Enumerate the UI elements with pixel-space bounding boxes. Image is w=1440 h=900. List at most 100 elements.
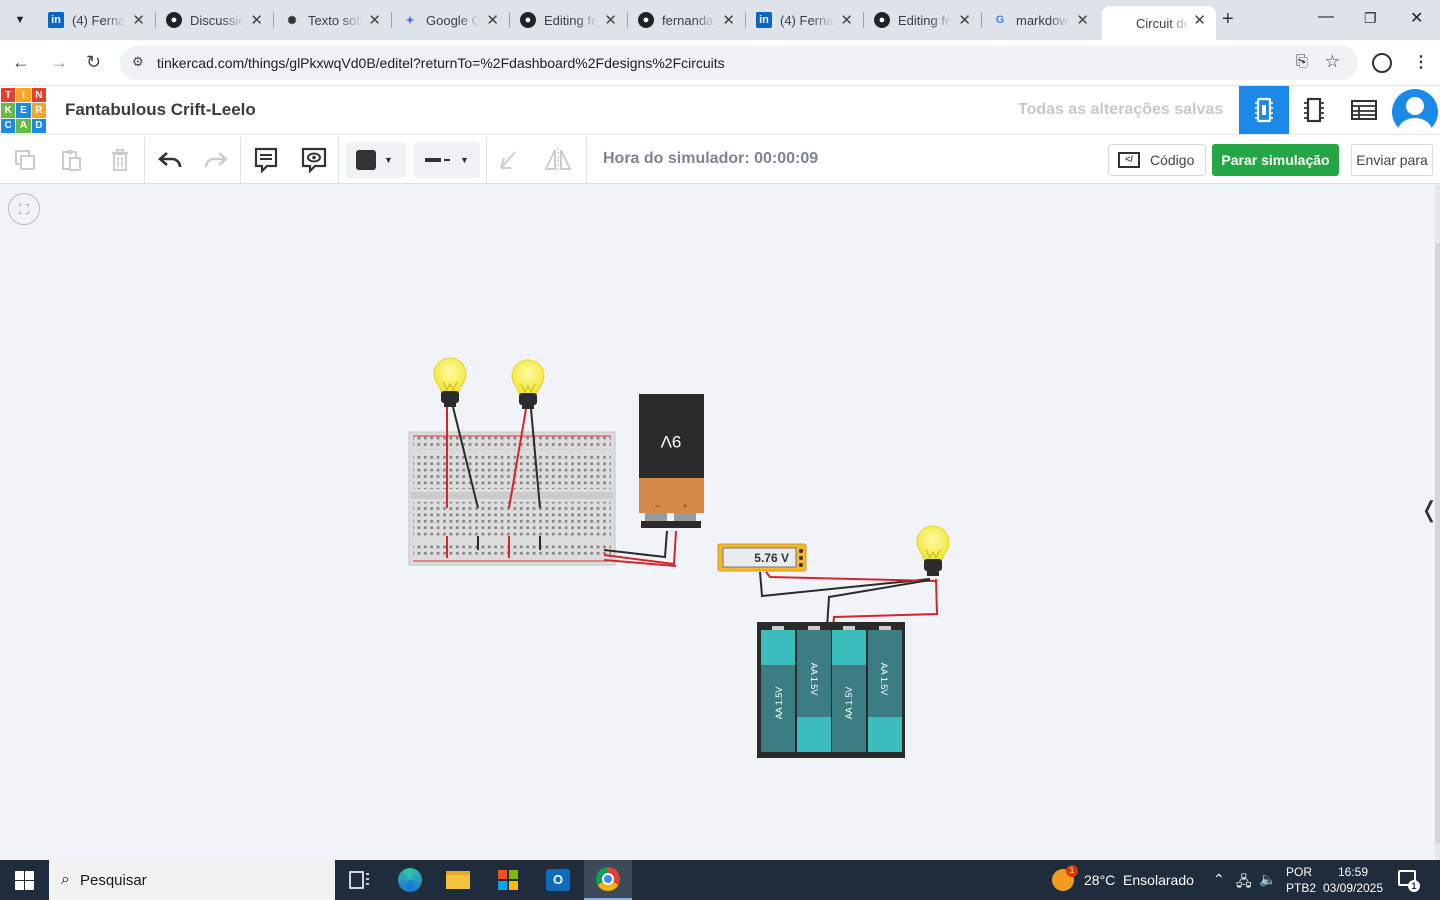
address-bar[interactable]: ⚙ tinkercad.com/things/glPkxwqVd0B/edite… bbox=[120, 46, 1358, 80]
wire-style-icon bbox=[425, 158, 450, 162]
profile-icon[interactable] bbox=[1372, 53, 1392, 73]
back-icon[interactable]: ← bbox=[12, 52, 30, 73]
close-tab-icon[interactable]: ✕ bbox=[1193, 11, 1206, 29]
close-tab-icon[interactable]: ✕ bbox=[840, 11, 853, 29]
delete-icon[interactable] bbox=[105, 145, 135, 175]
close-tab-icon[interactable]: ✕ bbox=[1076, 11, 1089, 29]
close-tab-icon[interactable]: ✕ bbox=[486, 11, 499, 29]
chrome-icon[interactable] bbox=[584, 860, 632, 900]
light-bulb-2[interactable] bbox=[511, 359, 545, 409]
battery-plus-label: + bbox=[682, 501, 687, 511]
outlook-icon[interactable]: O bbox=[534, 860, 582, 900]
github-icon: ● bbox=[638, 12, 654, 28]
light-bulb-3[interactable] bbox=[916, 525, 950, 576]
multimeter[interactable]: 5.76 V bbox=[717, 543, 807, 572]
browser-menu-icon[interactable]: ⋮ bbox=[1413, 52, 1429, 72]
new-tab-icon[interactable]: + bbox=[1222, 8, 1234, 31]
multimeter-wires[interactable] bbox=[759, 571, 939, 629]
design-title[interactable]: Fantabulous Crift-Leelo bbox=[65, 100, 256, 120]
taskbar-search-placeholder: Pesquisar bbox=[79, 871, 147, 889]
logo-letter: D bbox=[31, 118, 46, 133]
restore-icon[interactable]: ❐ bbox=[1364, 10, 1377, 27]
browser-tab[interactable]: ✺ Texto sobre ✕ bbox=[274, 6, 392, 34]
send-to-button[interactable]: Enviar para bbox=[1351, 144, 1433, 176]
toolbar-divider bbox=[240, 137, 241, 183]
color-picker[interactable]: ▼ bbox=[346, 142, 406, 178]
redo-icon[interactable] bbox=[201, 145, 231, 175]
close-tab-icon[interactable]: ✕ bbox=[132, 11, 145, 29]
paste-icon[interactable] bbox=[56, 145, 86, 175]
close-tab-icon[interactable]: ✕ bbox=[722, 11, 735, 29]
edge-browser-icon[interactable] bbox=[386, 860, 434, 900]
browser-tab[interactable]: in (4) Fernanda ✕ bbox=[746, 6, 864, 34]
file-explorer-icon[interactable] bbox=[434, 860, 482, 900]
browser-tab[interactable]: G markdown ✕ bbox=[982, 6, 1099, 34]
stop-simulation-button[interactable]: Parar simulação bbox=[1212, 144, 1339, 176]
browser-tab[interactable]: ● Discussions ✕ bbox=[156, 6, 274, 34]
tinkercad-logo[interactable]: T I N K E R C A D bbox=[1, 88, 46, 133]
linkedin-icon: in bbox=[48, 12, 64, 28]
github-icon: ● bbox=[166, 12, 182, 28]
battery-pack-4xaa[interactable]: AA 1.5V AA 1.5V AA 1.5V AA 1.5V bbox=[757, 622, 905, 758]
close-tab-icon[interactable]: ✕ bbox=[604, 11, 617, 29]
battery-9v[interactable]: 9V − + bbox=[639, 394, 704, 528]
light-bulb-1[interactable] bbox=[433, 357, 467, 407]
tab-search-button[interactable]: ▼ bbox=[6, 8, 34, 32]
code-button[interactable]: </ Código bbox=[1108, 144, 1206, 176]
circuit-canvas[interactable]: ⛶ 9V − + 5.76 V AA 1.5V AA 1.5V AA 1.5V … bbox=[0, 185, 1438, 860]
close-tab-icon[interactable]: ✕ bbox=[368, 11, 381, 29]
weather-widget[interactable]: 1 28°C Ensolarado bbox=[1052, 865, 1194, 891]
minimize-icon[interactable]: — bbox=[1318, 8, 1334, 26]
user-avatar[interactable] bbox=[1392, 89, 1438, 135]
browser-tab-active[interactable]: Circuit de ✕ bbox=[1102, 6, 1216, 40]
flip-icon[interactable] bbox=[543, 145, 573, 175]
browser-tab[interactable]: ● Editing fernanda ✕ bbox=[864, 6, 982, 34]
language-code: POR bbox=[1286, 865, 1313, 879]
schematic-view-button[interactable] bbox=[1289, 86, 1339, 134]
microsoft-store-icon[interactable] bbox=[484, 860, 532, 900]
browser-tab[interactable]: ● fernanda ✕ bbox=[628, 6, 746, 34]
notes-icon[interactable] bbox=[251, 145, 281, 175]
close-tab-icon[interactable]: ✕ bbox=[958, 11, 971, 29]
reload-icon[interactable]: ↻ bbox=[86, 52, 101, 73]
color-swatch bbox=[356, 150, 376, 170]
multimeter-reading: 5.76 V bbox=[754, 551, 789, 565]
notes-visibility-icon[interactable] bbox=[299, 145, 329, 175]
browser-tab-strip: ▼ in (4) Fernanda ✕ ● Discussions ✕ ✺ Te… bbox=[0, 0, 1440, 40]
url-text: tinkercad.com/things/glPkxwqVd0B/editel?… bbox=[157, 55, 725, 71]
close-tab-icon[interactable]: ✕ bbox=[250, 11, 263, 29]
chevron-up-icon[interactable]: ⌃ bbox=[1213, 871, 1225, 888]
chevron-down-icon: ▼ bbox=[384, 155, 393, 165]
breadboard[interactable] bbox=[408, 431, 616, 566]
browser-tab[interactable]: in (4) Fernanda ✕ bbox=[38, 6, 156, 34]
windows-start-icon[interactable] bbox=[0, 860, 48, 900]
logo-letter: R bbox=[31, 103, 46, 118]
canvas-scrollbar[interactable] bbox=[1435, 185, 1440, 860]
rotate-icon[interactable] bbox=[494, 145, 524, 175]
site-info-icon[interactable]: ⚙ bbox=[132, 54, 144, 70]
tab-title: fernanda bbox=[662, 12, 714, 28]
aa-cell-label: AA 1.5V bbox=[809, 663, 819, 696]
code-icon: </ bbox=[1118, 152, 1140, 168]
chatgpt-icon: ✺ bbox=[287, 14, 297, 27]
wire-type-picker[interactable]: ▼ bbox=[414, 142, 480, 178]
component-list-button[interactable] bbox=[1339, 86, 1389, 134]
bookmark-star-icon[interactable]: ☆ bbox=[1325, 52, 1340, 72]
task-view-icon[interactable] bbox=[336, 860, 384, 900]
browser-tab[interactable]: ✦ Google Gemini ✕ bbox=[392, 6, 510, 34]
network-icon[interactable]: 🖧 bbox=[1236, 871, 1252, 895]
volume-icon[interactable]: 🔈 bbox=[1259, 871, 1276, 888]
linkedin-icon: in bbox=[756, 12, 772, 28]
undo-icon[interactable] bbox=[155, 145, 185, 175]
circuit-view-button[interactable] bbox=[1239, 86, 1289, 134]
forward-icon[interactable]: → bbox=[50, 52, 68, 73]
copy-icon[interactable] bbox=[10, 145, 40, 175]
system-clock[interactable]: 16:59 03/09/2025 bbox=[1322, 864, 1384, 896]
taskbar-search[interactable]: ⌕ Pesquisar bbox=[49, 860, 335, 900]
clock-date: 03/09/2025 bbox=[1322, 881, 1384, 895]
browser-tab[interactable]: ● Editing fernanda ✕ bbox=[510, 6, 628, 34]
install-app-icon[interactable]: ⎘ bbox=[1296, 53, 1308, 70]
window-close-icon[interactable]: ✕ bbox=[1410, 8, 1423, 28]
logo-letter: N bbox=[31, 88, 46, 103]
language-indicator[interactable]: POR PTB2 bbox=[1286, 864, 1316, 896]
